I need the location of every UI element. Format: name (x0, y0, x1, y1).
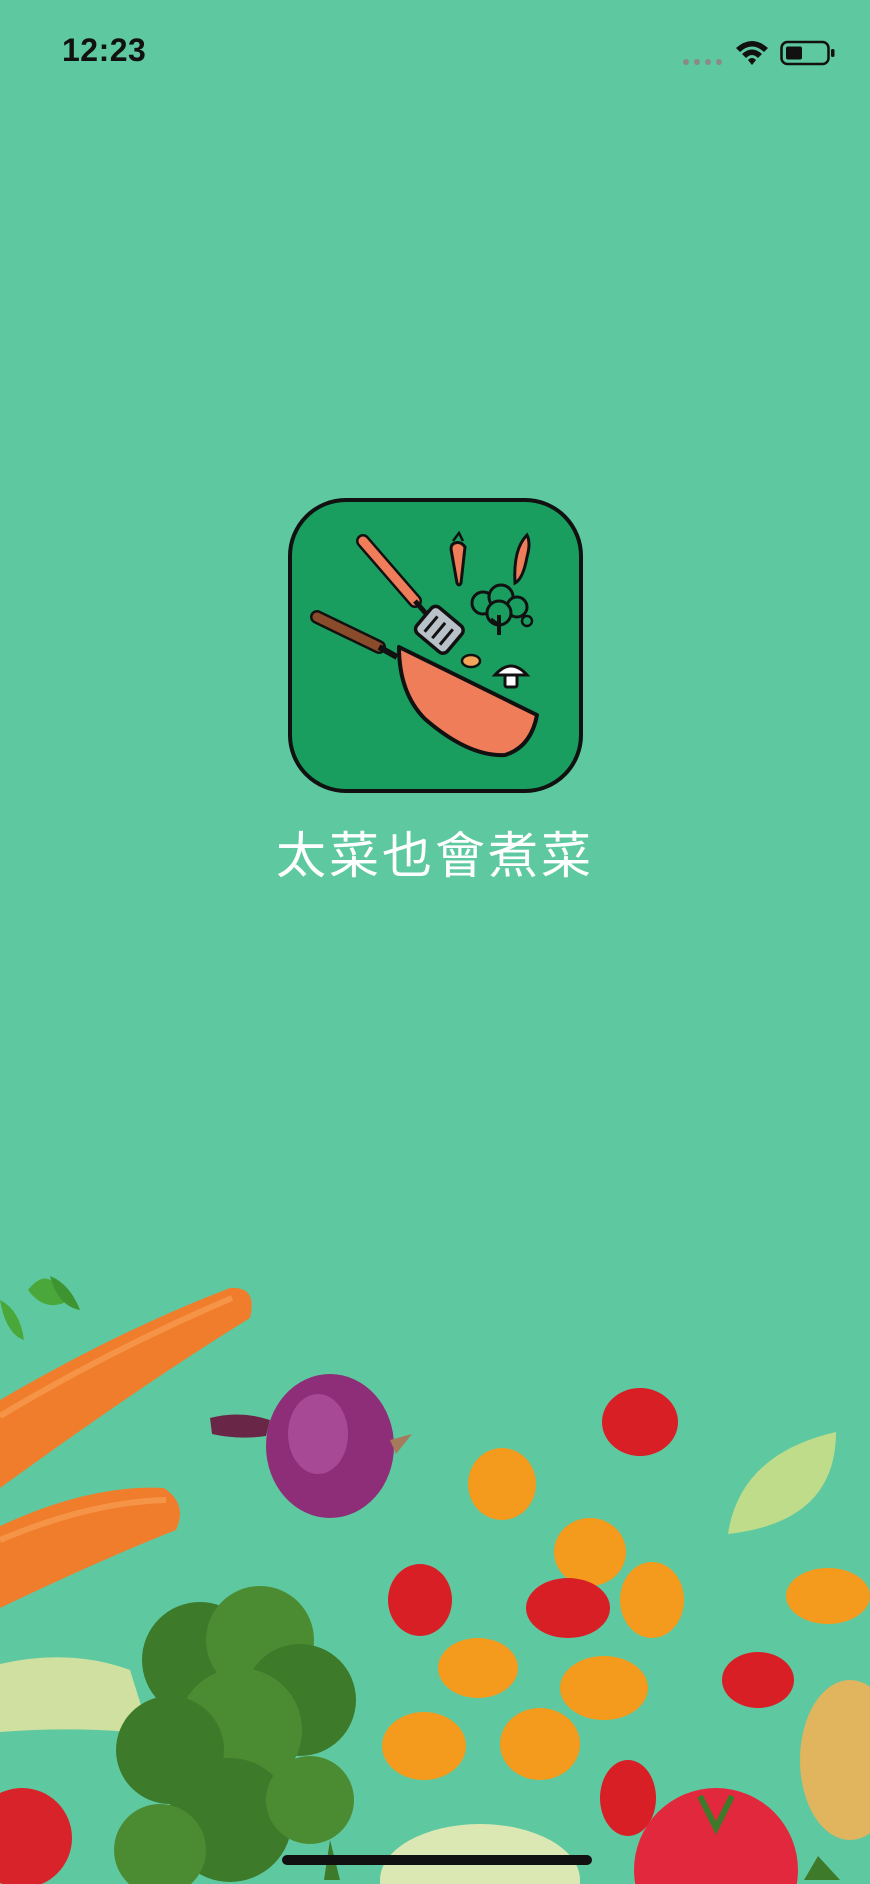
wifi-icon (736, 41, 768, 65)
app-logo-icon (288, 498, 583, 793)
home-indicator[interactable] (282, 1855, 592, 1865)
app-name: 太菜也會煮菜 (276, 827, 594, 885)
vegetables-illustration (0, 1276, 870, 1884)
carrot-lower (0, 1487, 180, 1608)
battery-icon (780, 40, 835, 66)
status-bar: 12:23 (0, 0, 870, 110)
splash-screen: 12:23 太菜也會煮菜 (0, 0, 870, 1884)
cellular-signal-icon (683, 59, 722, 65)
red-onion (210, 1374, 412, 1518)
status-time: 12:23 (62, 32, 147, 68)
carrot-upper (0, 1287, 252, 1488)
herb-leaves (0, 1276, 80, 1340)
